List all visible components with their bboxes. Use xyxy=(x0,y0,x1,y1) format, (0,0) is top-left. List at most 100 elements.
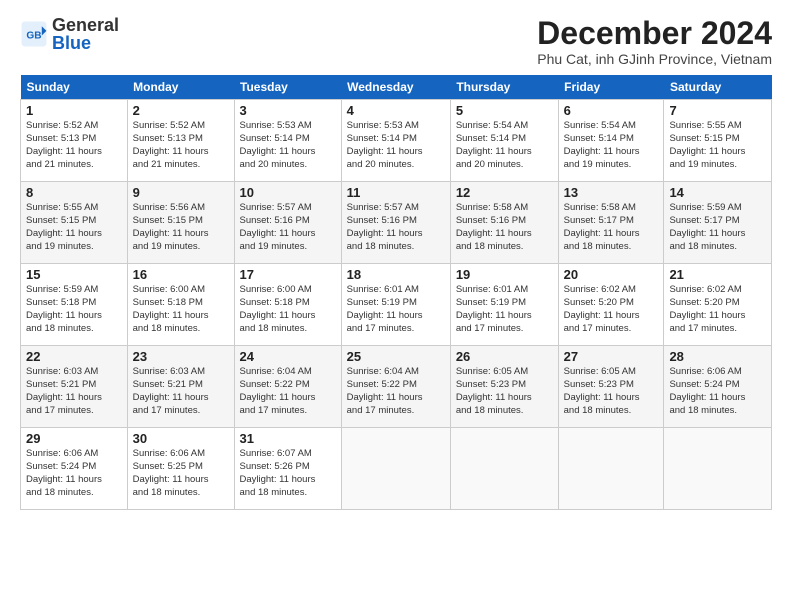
day-number: 3 xyxy=(240,103,336,118)
day-cell: 4Sunrise: 5:53 AM Sunset: 5:14 PM Daylig… xyxy=(341,100,450,182)
day-number: 4 xyxy=(347,103,445,118)
day-cell: 26 Sunrise: 6:05 AM Sunset: 5:23 PM Dayli… xyxy=(450,346,558,428)
day-number: 21 xyxy=(669,267,766,282)
day-number: 29 xyxy=(26,431,122,446)
weekday-wednesday: Wednesday xyxy=(341,75,450,100)
day-number: 24 xyxy=(240,349,336,364)
day-cell: 6Sunrise: 5:54 AM Sunset: 5:14 PM Daylig… xyxy=(558,100,664,182)
day-number: 23 xyxy=(133,349,229,364)
day-cell: 30Sunrise: 6:06 AM Sunset: 5:25 PM Dayli… xyxy=(127,428,234,510)
day-info: Sunrise: 6:03 AM Sunset: 5:21 PM Dayligh… xyxy=(26,366,122,417)
day-info: Sunrise: 6:01 AM Sunset: 5:19 PM Dayligh… xyxy=(456,284,553,335)
day-number: 17 xyxy=(240,267,336,282)
day-cell: 25Sunrise: 6:04 AM Sunset: 5:22 PM Dayli… xyxy=(341,346,450,428)
day-cell: 1 Sunrise: 5:52 AM Sunset: 5:13 PM Daylig… xyxy=(21,100,128,182)
day-number: 6 xyxy=(564,103,659,118)
day-number: 14 xyxy=(669,185,766,200)
week-row-4: 22 Sunrise: 6:03 AM Sunset: 5:21 PM Dayli… xyxy=(21,346,772,428)
day-number: 10 xyxy=(240,185,336,200)
day-info: Sunrise: 6:06 AM Sunset: 5:24 PM Dayligh… xyxy=(26,448,122,499)
day-info: Sunrise: 5:52 AM Sunset: 5:13 PM Dayligh… xyxy=(26,120,122,171)
logo-icon: GB xyxy=(20,20,48,48)
day-info: Sunrise: 5:57 AM Sunset: 5:16 PM Dayligh… xyxy=(347,202,445,253)
day-cell: 29 Sunrise: 6:06 AM Sunset: 5:24 PM Dayli… xyxy=(21,428,128,510)
logo-general-text: General xyxy=(52,15,119,35)
day-info: Sunrise: 6:07 AM Sunset: 5:26 PM Dayligh… xyxy=(240,448,336,499)
day-info: Sunrise: 5:55 AM Sunset: 5:15 PM Dayligh… xyxy=(669,120,766,171)
day-cell: 28 Sunrise: 6:06 AM Sunset: 5:24 PM Dayli… xyxy=(664,346,772,428)
day-cell: 2 Sunrise: 5:52 AM Sunset: 5:13 PM Daylig… xyxy=(127,100,234,182)
day-info: Sunrise: 5:52 AM Sunset: 5:13 PM Dayligh… xyxy=(133,120,229,171)
day-info: Sunrise: 6:02 AM Sunset: 5:20 PM Dayligh… xyxy=(564,284,659,335)
day-number: 11 xyxy=(347,185,445,200)
weekday-saturday: Saturday xyxy=(664,75,772,100)
day-cell: 14 Sunrise: 5:59 AM Sunset: 5:17 PM Dayli… xyxy=(664,182,772,264)
day-number: 28 xyxy=(669,349,766,364)
day-cell: 22 Sunrise: 6:03 AM Sunset: 5:21 PM Dayli… xyxy=(21,346,128,428)
day-info: Sunrise: 5:57 AM Sunset: 5:16 PM Dayligh… xyxy=(240,202,336,253)
weekday-tuesday: Tuesday xyxy=(234,75,341,100)
weekday-friday: Friday xyxy=(558,75,664,100)
day-number: 1 xyxy=(26,103,122,118)
day-info: Sunrise: 6:06 AM Sunset: 5:24 PM Dayligh… xyxy=(669,366,766,417)
day-number: 7 xyxy=(669,103,766,118)
day-cell xyxy=(450,428,558,510)
week-row-5: 29 Sunrise: 6:06 AM Sunset: 5:24 PM Dayli… xyxy=(21,428,772,510)
day-info: Sunrise: 5:55 AM Sunset: 5:15 PM Dayligh… xyxy=(26,202,122,253)
day-number: 13 xyxy=(564,185,659,200)
day-cell: 20Sunrise: 6:02 AM Sunset: 5:20 PM Dayli… xyxy=(558,264,664,346)
day-info: Sunrise: 6:02 AM Sunset: 5:20 PM Dayligh… xyxy=(669,284,766,335)
day-cell: 27Sunrise: 6:05 AM Sunset: 5:23 PM Dayli… xyxy=(558,346,664,428)
day-info: Sunrise: 6:03 AM Sunset: 5:21 PM Dayligh… xyxy=(133,366,229,417)
week-row-2: 8 Sunrise: 5:55 AM Sunset: 5:15 PM Daylig… xyxy=(21,182,772,264)
day-cell: 16 Sunrise: 6:00 AM Sunset: 5:18 PM Dayli… xyxy=(127,264,234,346)
day-number: 5 xyxy=(456,103,553,118)
day-cell: 3 Sunrise: 5:53 AM Sunset: 5:14 PM Daylig… xyxy=(234,100,341,182)
day-info: Sunrise: 6:06 AM Sunset: 5:25 PM Dayligh… xyxy=(133,448,229,499)
day-cell: 31 Sunrise: 6:07 AM Sunset: 5:26 PM Dayli… xyxy=(234,428,341,510)
day-number: 15 xyxy=(26,267,122,282)
day-info: Sunrise: 6:04 AM Sunset: 5:22 PM Dayligh… xyxy=(240,366,336,417)
day-number: 2 xyxy=(133,103,229,118)
day-info: Sunrise: 5:59 AM Sunset: 5:18 PM Dayligh… xyxy=(26,284,122,335)
day-info: Sunrise: 6:05 AM Sunset: 5:23 PM Dayligh… xyxy=(456,366,553,417)
day-cell: 17 Sunrise: 6:00 AM Sunset: 5:18 PM Dayli… xyxy=(234,264,341,346)
week-row-3: 15 Sunrise: 5:59 AM Sunset: 5:18 PM Dayli… xyxy=(21,264,772,346)
month-title: December 2024 xyxy=(537,16,772,51)
subtitle: Phu Cat, inh GJinh Province, Vietnam xyxy=(537,51,772,67)
day-number: 26 xyxy=(456,349,553,364)
day-cell: 10 Sunrise: 5:57 AM Sunset: 5:16 PM Dayli… xyxy=(234,182,341,264)
day-info: Sunrise: 6:00 AM Sunset: 5:18 PM Dayligh… xyxy=(240,284,336,335)
day-info: Sunrise: 6:04 AM Sunset: 5:22 PM Dayligh… xyxy=(347,366,445,417)
day-cell xyxy=(664,428,772,510)
day-number: 19 xyxy=(456,267,553,282)
day-cell: 15 Sunrise: 5:59 AM Sunset: 5:18 PM Dayli… xyxy=(21,264,128,346)
day-info: Sunrise: 5:56 AM Sunset: 5:15 PM Dayligh… xyxy=(133,202,229,253)
day-cell: 8 Sunrise: 5:55 AM Sunset: 5:15 PM Daylig… xyxy=(21,182,128,264)
weekday-monday: Monday xyxy=(127,75,234,100)
day-cell: 5 Sunrise: 5:54 AM Sunset: 5:14 PM Daylig… xyxy=(450,100,558,182)
day-info: Sunrise: 5:54 AM Sunset: 5:14 PM Dayligh… xyxy=(456,120,553,171)
day-cell: 24 Sunrise: 6:04 AM Sunset: 5:22 PM Dayli… xyxy=(234,346,341,428)
day-info: Sunrise: 5:53 AM Sunset: 5:14 PM Dayligh… xyxy=(240,120,336,171)
page: GB General Blue December 2024 Phu Cat, i… xyxy=(0,0,792,612)
day-info: Sunrise: 5:58 AM Sunset: 5:17 PM Dayligh… xyxy=(564,202,659,253)
day-info: Sunrise: 5:59 AM Sunset: 5:17 PM Dayligh… xyxy=(669,202,766,253)
day-cell: 23 Sunrise: 6:03 AM Sunset: 5:21 PM Dayli… xyxy=(127,346,234,428)
logo: GB General Blue xyxy=(20,16,119,52)
svg-text:GB: GB xyxy=(26,31,41,42)
day-number: 12 xyxy=(456,185,553,200)
day-cell: 13 Sunrise: 5:58 AM Sunset: 5:17 PM Dayli… xyxy=(558,182,664,264)
day-number: 18 xyxy=(347,267,445,282)
day-number: 31 xyxy=(240,431,336,446)
day-info: Sunrise: 6:00 AM Sunset: 5:18 PM Dayligh… xyxy=(133,284,229,335)
day-number: 22 xyxy=(26,349,122,364)
calendar-table: SundayMondayTuesdayWednesdayThursdayFrid… xyxy=(20,75,772,510)
day-cell xyxy=(558,428,664,510)
day-number: 16 xyxy=(133,267,229,282)
day-number: 8 xyxy=(26,185,122,200)
weekday-thursday: Thursday xyxy=(450,75,558,100)
weekday-header-row: SundayMondayTuesdayWednesdayThursdayFrid… xyxy=(21,75,772,100)
day-info: Sunrise: 6:05 AM Sunset: 5:23 PM Dayligh… xyxy=(564,366,659,417)
calendar-body: 1 Sunrise: 5:52 AM Sunset: 5:13 PM Daylig… xyxy=(21,100,772,510)
